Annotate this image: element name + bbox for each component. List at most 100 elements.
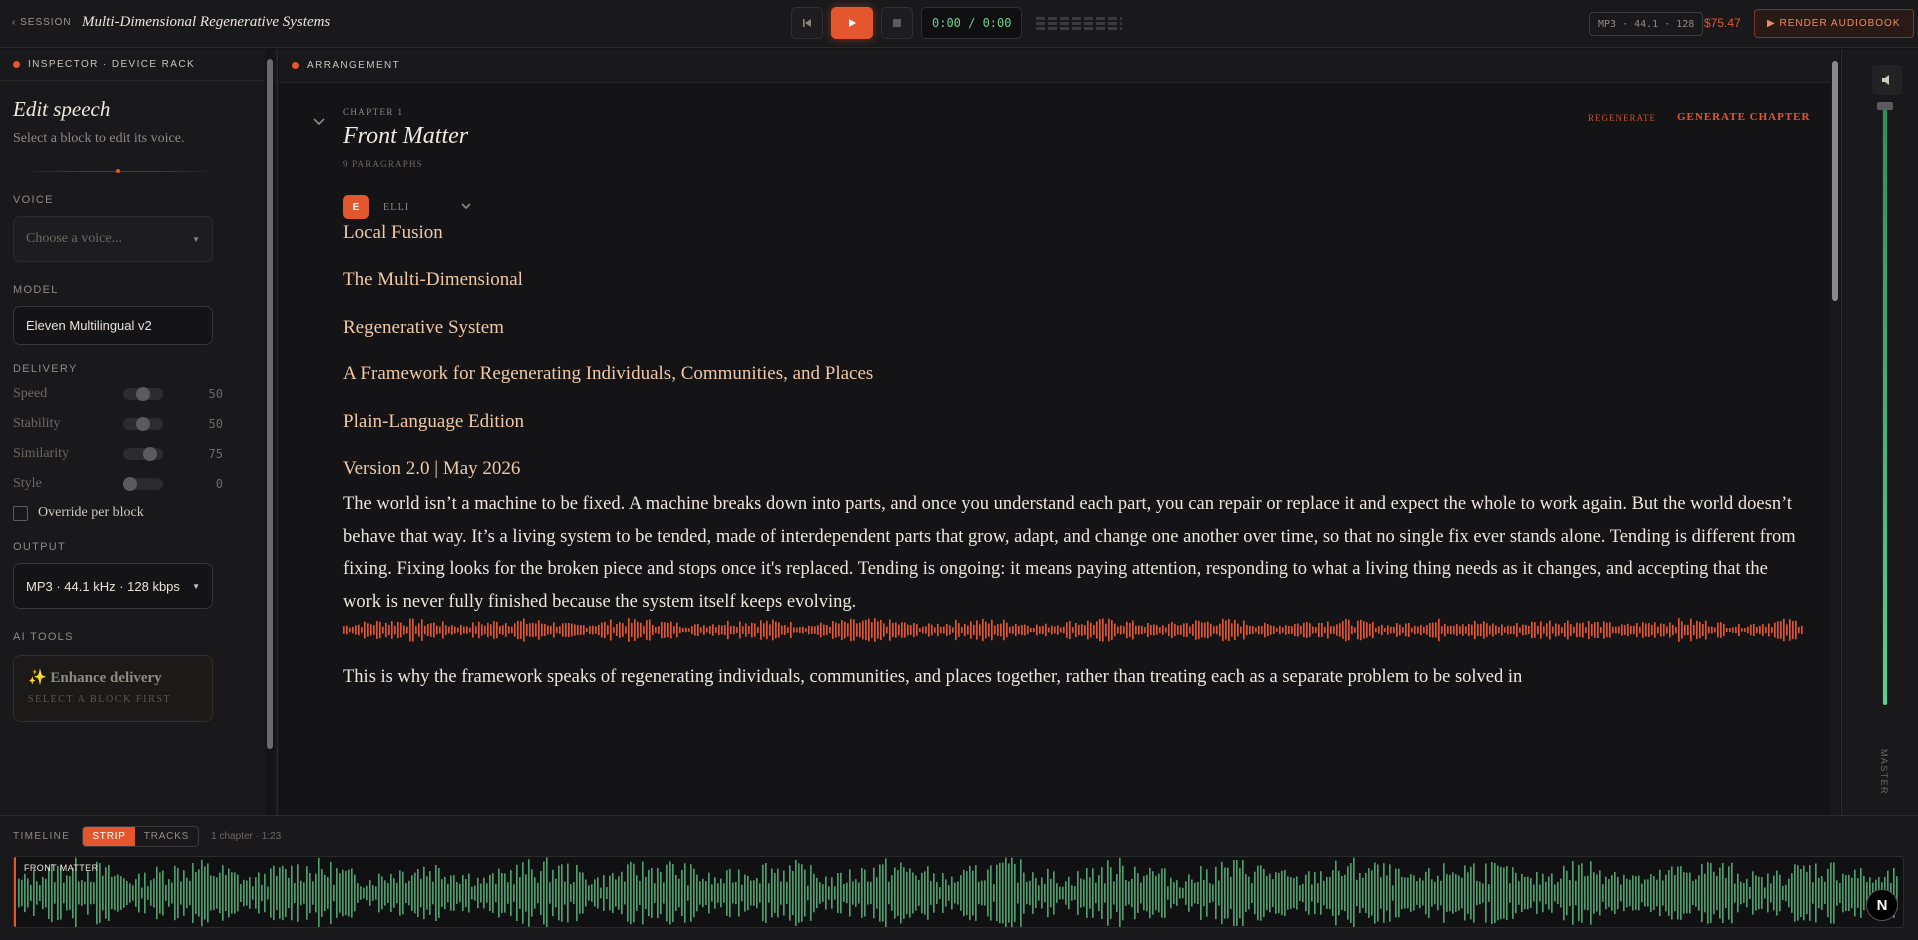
stop-icon bbox=[893, 19, 901, 27]
timeline-strip[interactable]: FRONT MATTER bbox=[13, 856, 1904, 928]
arrangement-header: ARRANGEMENT bbox=[279, 49, 1840, 83]
model-field[interactable]: Eleven Multilingual v2 bbox=[13, 306, 213, 345]
slider-thumb[interactable] bbox=[123, 477, 137, 491]
voice-select[interactable]: Choose a voice... ▼ bbox=[13, 216, 213, 262]
slider-row: Stability 50 bbox=[13, 409, 264, 439]
inspector-panel: INSPECTOR · DEVICE RACK Edit speech Sele… bbox=[0, 49, 278, 815]
slider-thumb[interactable] bbox=[136, 387, 150, 401]
slider-label: Stability bbox=[13, 416, 61, 431]
paragraph-block[interactable]: The world isn’t a machine to be fixed. A… bbox=[343, 488, 1803, 618]
timeline-view-toggle: STRIP TRACKS bbox=[82, 826, 200, 847]
fader-handle[interactable] bbox=[1877, 102, 1893, 110]
slider-label: Speed bbox=[13, 386, 48, 401]
dropdown-caret-icon: ▼ bbox=[192, 234, 200, 244]
slider-row: Similarity 75 bbox=[13, 439, 264, 469]
slider-value: 75 bbox=[208, 447, 223, 461]
voice-section-label: VOICE bbox=[13, 194, 54, 206]
playhead[interactable] bbox=[14, 857, 16, 927]
timeline-meta: 1 chapter · 1:23 bbox=[211, 831, 282, 842]
app-badge[interactable]: N bbox=[1866, 889, 1898, 921]
master-level-fill bbox=[1883, 105, 1887, 705]
divider bbox=[21, 169, 217, 173]
arrangement-scrollbar[interactable] bbox=[1830, 49, 1840, 815]
level-meter bbox=[1036, 16, 1123, 30]
skip-back-button[interactable] bbox=[791, 7, 823, 39]
paragraph-block[interactable]: Local Fusion bbox=[343, 222, 443, 244]
arrangement-panel: ARRANGEMENT CHAPTER 1 Front Matter 9 PAR… bbox=[279, 49, 1840, 815]
paragraph-block[interactable]: Plain-Language Edition bbox=[343, 411, 524, 433]
generate-chapter-button[interactable]: GENERATE CHAPTER bbox=[1677, 111, 1810, 123]
paragraph-waveform[interactable] bbox=[343, 618, 1803, 642]
output-format-value: MP3 · 44.1 kHz · 128 kbps bbox=[26, 578, 180, 594]
slider-value: 50 bbox=[208, 417, 223, 431]
delivery-section-label: DELIVERY bbox=[13, 363, 78, 375]
regenerate-button[interactable]: REGENERATE bbox=[1588, 113, 1656, 123]
paragraph-block[interactable]: A Framework for Regenerating Individuals… bbox=[343, 363, 873, 385]
slider-row: Speed 50 bbox=[13, 379, 264, 409]
ai-tools-section-label: AI TOOLS bbox=[13, 631, 74, 643]
skip-back-icon bbox=[803, 19, 811, 27]
inspector-scrollbar[interactable] bbox=[265, 49, 275, 815]
timeline-waveform bbox=[18, 857, 1898, 927]
tracks-view-button[interactable]: TRACKS bbox=[135, 827, 198, 846]
output-format-badge: MP3 · 44.1 · 128 bbox=[1589, 12, 1704, 36]
collapse-chevron-icon[interactable] bbox=[313, 113, 325, 129]
inspector-title: Edit speech bbox=[13, 97, 111, 121]
slider-thumb[interactable] bbox=[142, 447, 157, 461]
override-checkbox[interactable] bbox=[13, 505, 28, 521]
model-section-label: MODEL bbox=[13, 284, 59, 296]
arrangement-header-label: ARRANGEMENT bbox=[307, 60, 401, 71]
render-audiobook-button[interactable]: ▶ RENDER AUDIOBOOK bbox=[1754, 9, 1914, 38]
voice-select-placeholder: Choose a voice... bbox=[26, 231, 123, 246]
inspector-subtitle: Select a block to edit its voice. bbox=[13, 131, 185, 146]
slider-thumb[interactable] bbox=[136, 417, 150, 431]
model-value: Eleven Multilingual v2 bbox=[26, 318, 152, 333]
timeline-header: TIMELINE STRIP TRACKS 1 chapter · 1:23 bbox=[13, 826, 281, 847]
slider-track[interactable] bbox=[123, 477, 163, 491]
voice-name: ELLI bbox=[383, 201, 410, 213]
delivery-sliders: Speed 50 Stability 50 Similarity 75 Style 0 bbox=[13, 379, 264, 499]
override-per-block-row[interactable]: Override per block bbox=[13, 505, 264, 521]
status-dot-icon bbox=[13, 61, 20, 68]
strip-view-button[interactable]: STRIP bbox=[83, 827, 135, 846]
slider-track[interactable] bbox=[123, 447, 163, 461]
speaker-icon[interactable] bbox=[1872, 65, 1902, 95]
voice-avatar: E bbox=[343, 195, 369, 219]
slider-label: Similarity bbox=[13, 446, 69, 461]
slider-value: 0 bbox=[215, 477, 223, 491]
chapter-number: CHAPTER 1 bbox=[343, 107, 404, 117]
inspector-header: INSPECTOR · DEVICE RACK bbox=[0, 49, 277, 81]
chapter-block: CHAPTER 1 Front Matter 9 PARAGRAPHS REGE… bbox=[279, 83, 1830, 815]
output-section-label: OUTPUT bbox=[13, 541, 67, 553]
master-channel: MASTER bbox=[1841, 49, 1918, 815]
paragraph-block[interactable]: Version 2.0 | May 2026 bbox=[343, 458, 520, 480]
voice-selector[interactable]: E ELLI bbox=[343, 195, 471, 219]
timeline-label: TIMELINE bbox=[13, 831, 71, 842]
output-format-select[interactable]: MP3 · 44.1 kHz · 128 kbps ▼ bbox=[13, 563, 213, 609]
chapter-paragraph-count: 9 PARAGRAPHS bbox=[343, 159, 423, 169]
play-button[interactable] bbox=[831, 7, 873, 39]
chapter-title: Front Matter bbox=[343, 123, 469, 149]
transport-controls: 0:00 / 0:00 bbox=[791, 7, 1123, 39]
master-fader[interactable] bbox=[1877, 102, 1893, 705]
slider-track[interactable] bbox=[123, 417, 163, 431]
back-to-session-link[interactable]: ‹ SESSION bbox=[12, 17, 72, 28]
slider-value: 50 bbox=[208, 387, 223, 401]
timecode-display: 0:00 / 0:00 bbox=[921, 7, 1023, 39]
paragraph-block[interactable]: Regenerative System bbox=[343, 317, 504, 339]
inspector-header-label: INSPECTOR · DEVICE RACK bbox=[28, 59, 196, 70]
slider-track[interactable] bbox=[123, 387, 163, 401]
slider-row: Style 0 bbox=[13, 469, 264, 499]
enhance-delivery-button[interactable]: ✨ Enhance delivery SELECT A BLOCK FIRST bbox=[13, 655, 213, 722]
stop-button[interactable] bbox=[881, 7, 913, 39]
override-label: Override per block bbox=[38, 505, 144, 520]
dropdown-caret-icon: ▼ bbox=[192, 581, 200, 591]
master-label: MASTER bbox=[1879, 749, 1889, 795]
play-icon bbox=[849, 19, 856, 27]
session-title: Multi-Dimensional Regenerative Systems bbox=[82, 14, 331, 30]
slider-label: Style bbox=[13, 476, 42, 491]
chevron-down-icon bbox=[461, 201, 471, 213]
paragraph-block[interactable]: This is why the framework speaks of rege… bbox=[343, 667, 1803, 688]
paragraph-block[interactable]: The Multi-Dimensional bbox=[343, 269, 523, 291]
cost-estimate: $75.47 bbox=[1704, 16, 1741, 30]
